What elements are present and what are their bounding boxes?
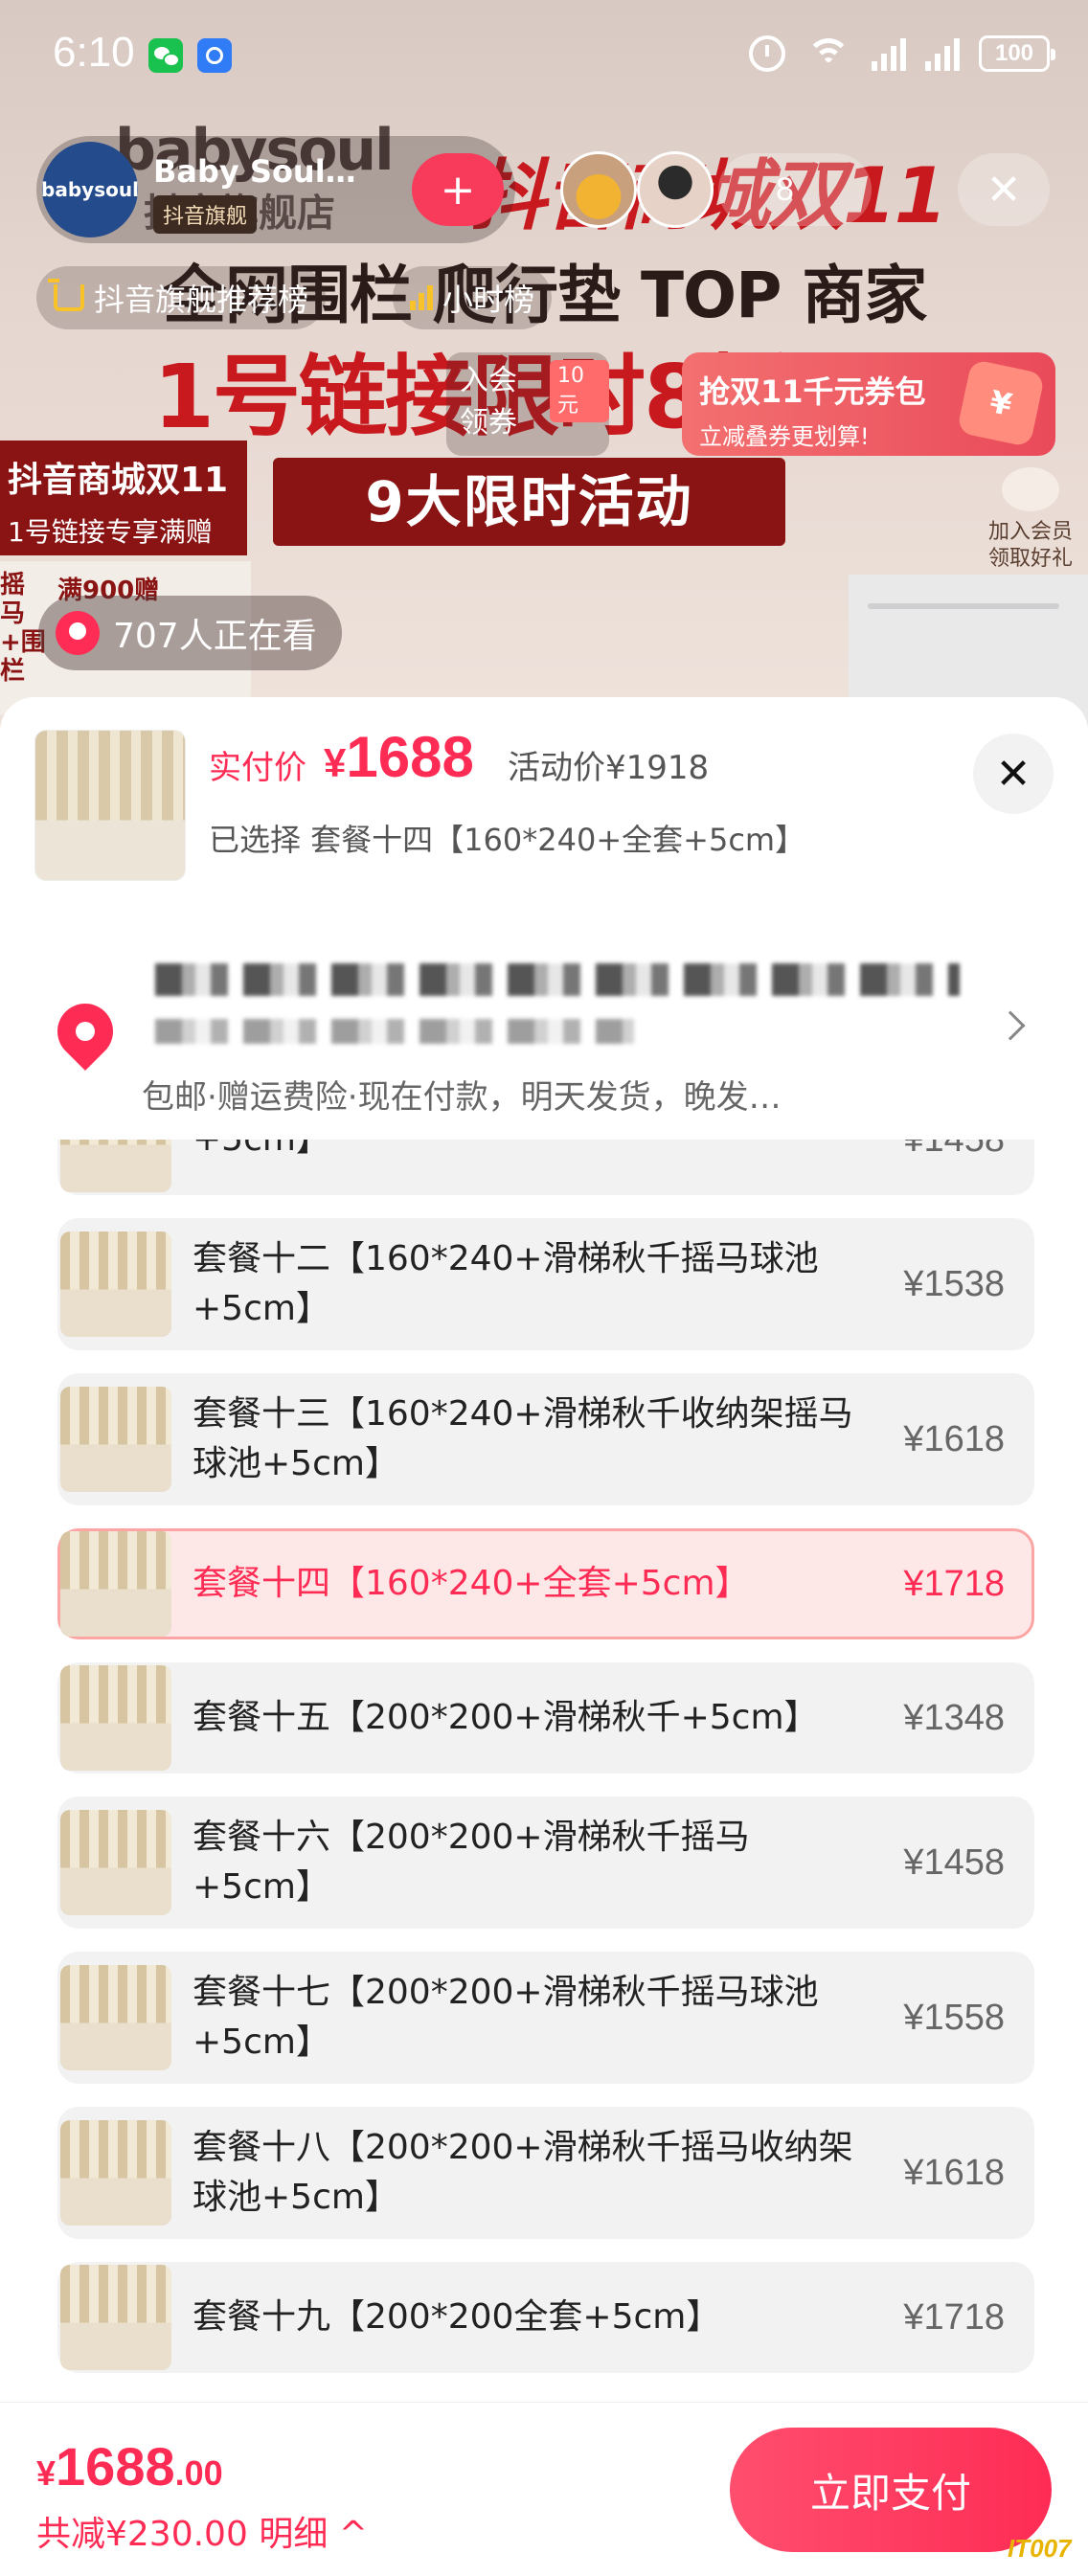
package-price: ¥1718 [903, 2296, 1005, 2338]
status-bar: 6:10 100 [0, 0, 1088, 110]
selected-option-text: 已选择 套餐十四【160*240+全套+5cm】 [209, 822, 806, 858]
member-join-line2: 领取好礼 [987, 547, 1073, 571]
package-thumbnail [60, 2265, 171, 2370]
member-join-line1: 加入会员 [987, 520, 1073, 544]
cart-icon [48, 279, 84, 311]
package-name: 套餐十六【200*200+滑梯秋千摇马+5cm】 [193, 1818, 750, 1907]
signal-icon [872, 36, 906, 71]
package-price: ¥1538 [903, 1263, 1005, 1304]
anchor-name: Baby Soul… [153, 153, 356, 190]
chevron-right-icon [995, 1010, 1026, 1041]
sheet-header: 实付价 ¥1688 活动价¥1918 已选择 套餐十四【160*240+全套+5… [0, 697, 1088, 1140]
shipping-address-row[interactable]: 包邮·赠运费险·现在付款，明天发货，晚发… [0, 927, 1088, 1138]
live-location-icon [56, 611, 100, 655]
package-price: ¥1558 [903, 1997, 1005, 2038]
alarm-icon [749, 35, 785, 72]
bar-chart-icon [410, 285, 433, 310]
package-option[interactable]: 套餐十六【200*200+滑梯秋千摇马+5cm】 ¥1458 [57, 1796, 1034, 1929]
flagship-badge: 抖音旗舰 [153, 195, 258, 234]
package-price: ¥1618 [903, 1418, 1005, 1459]
member-join-entry[interactable]: 加入会员 领取好礼 [977, 467, 1084, 573]
app-notification-icon [197, 38, 232, 73]
viewer-count[interactable]: 8 [718, 153, 872, 226]
banner-left-title: 抖音商城双11 [8, 461, 229, 500]
watching-count: 707人正在看 [113, 617, 317, 656]
member-coupon-badge[interactable]: 入会 领券 10元 [446, 352, 609, 456]
member-gift-icon [1002, 467, 1059, 511]
location-pin-icon [45, 991, 125, 1072]
wifi-icon [805, 34, 852, 73]
total-decimal: .00 [174, 2453, 223, 2493]
package-thumbnail [60, 1387, 171, 1492]
battery-level: 100 [994, 40, 1034, 66]
package-price: ¥1348 [903, 1697, 1005, 1738]
package-option[interactable]: 套餐十四【160*240+全套+5cm】 ¥1718 [57, 1528, 1034, 1639]
coupon-gift-icon: ¥ [956, 358, 1046, 448]
banner-activity-box: 9大限时活动 [273, 458, 785, 546]
hourly-ranking-chip[interactable]: 小时榜 [393, 266, 553, 329]
package-name: 套餐十八【200*200+滑梯秋千摇马收纳架球池+5cm】 [193, 2128, 853, 2217]
total-amount: 1688 [56, 2436, 175, 2497]
price-amount: 1688 [346, 725, 474, 789]
close-live-button[interactable]: ✕ [958, 153, 1050, 226]
package-thumbnail [60, 1531, 171, 1637]
flagship-ranking-chip[interactable]: 抖音旗舰推荐榜 [36, 266, 327, 329]
package-option[interactable]: 套餐十三【160*240+滑梯秋千收纳架摇马球池+5cm】 ¥1618 [57, 1373, 1034, 1505]
event-price: 活动价¥1918 [508, 749, 710, 787]
package-name: 套餐十二【160*240+滑梯秋千摇马球池+5cm】 [193, 1239, 819, 1328]
status-time: 6:10 [53, 29, 135, 76]
total-currency: ¥ [36, 2453, 57, 2493]
wechat-icon [148, 38, 183, 73]
total-price: ¥1688.00 [36, 2435, 223, 2497]
coupon-pack-banner[interactable]: 抢双11千元券包 立减叠券更划算! ¥ [682, 352, 1055, 456]
price-currency: ¥ [324, 740, 347, 785]
hourly-ranking-label: 小时榜 [442, 282, 535, 318]
package-option[interactable]: 套餐十八【200*200+滑梯秋千摇马收纳架球池+5cm】 ¥1618 [57, 2107, 1034, 2239]
banner-left-sub: 1号链接专享满赠 [8, 516, 213, 548]
viewer-avatar[interactable] [560, 151, 637, 228]
redacted-address [155, 963, 960, 996]
package-name: 套餐十七【200*200+滑梯秋千摇马球池+5cm】 [193, 1973, 819, 2062]
purchase-sheet: +5cm】¥1458套餐十二【160*240+滑梯秋千摇马球池+5cm】¥153… [0, 697, 1088, 2576]
status-indicators: 100 [749, 34, 1055, 73]
signal-icon-2 [925, 36, 960, 71]
shipping-info: 包邮·赠运费险·现在付款，明天发货，晚发… [142, 1078, 782, 1117]
package-name: 套餐十四【160*240+全套+5cm】 [193, 1564, 750, 1603]
package-option[interactable]: 套餐十二【160*240+滑梯秋千摇马球池+5cm】 ¥1538 [57, 1218, 1034, 1350]
discount-details-toggle[interactable]: 共减¥230.00 明细 ^ [36, 2506, 368, 2556]
coupon-amount: 10元 [550, 360, 609, 422]
package-name: 套餐十三【160*240+滑梯秋千收纳架摇马球池+5cm】 [193, 1394, 853, 1483]
package-price: ¥1718 [903, 1563, 1005, 1604]
close-sheet-button[interactable]: ✕ [973, 734, 1054, 814]
package-thumbnail [60, 2120, 171, 2226]
package-thumbnail [60, 1665, 171, 1771]
banner-left-box: 抖音商城双11 1号链接专享满赠 [0, 441, 247, 555]
watermark: IT007 [1008, 2534, 1072, 2563]
redacted-address-detail [155, 1019, 634, 1044]
checkout-bar: ¥1688.00 共减¥230.00 明细 ^ 立即支付 [0, 2402, 1088, 2576]
package-option[interactable]: 套餐十七【200*200+滑梯秋千摇马球池+5cm】 ¥1558 [57, 1952, 1034, 2084]
flagship-ranking-label: 抖音旗舰推荐榜 [94, 282, 309, 318]
avatar[interactable]: babysoul [41, 142, 139, 237]
viewer-avatar[interactable] [637, 151, 714, 228]
follow-button[interactable]: + [412, 153, 504, 226]
product-thumbnail[interactable] [34, 730, 186, 881]
package-price: ¥1458 [903, 1842, 1005, 1883]
banner-promo-side: 摇马+围栏 [0, 571, 46, 686]
actual-price-label: 实付价 [209, 749, 306, 787]
package-name: 套餐十五【200*200+滑梯秋千+5cm】 [193, 1698, 819, 1737]
battery-icon: 100 [979, 35, 1055, 72]
package-options-list[interactable]: +5cm】¥1458套餐十二【160*240+滑梯秋千摇马球池+5cm】¥153… [0, 1084, 1088, 2396]
package-thumbnail [60, 1965, 171, 2070]
package-thumbnail [60, 1232, 171, 1337]
package-name: 套餐十九【200*200全套+5cm】 [193, 2297, 721, 2337]
watching-count-pill[interactable]: 707人正在看 [38, 596, 342, 670]
package-option[interactable]: 套餐十九【200*200全套+5cm】 ¥1718 [57, 2262, 1034, 2373]
actual-price: ¥1688 [324, 724, 474, 790]
package-price: ¥1618 [903, 2152, 1005, 2193]
pay-now-button[interactable]: 立即支付 [730, 2428, 1052, 2552]
package-thumbnail [60, 1810, 171, 1915]
package-option[interactable]: 套餐十五【200*200+滑梯秋千+5cm】 ¥1348 [57, 1662, 1034, 1774]
